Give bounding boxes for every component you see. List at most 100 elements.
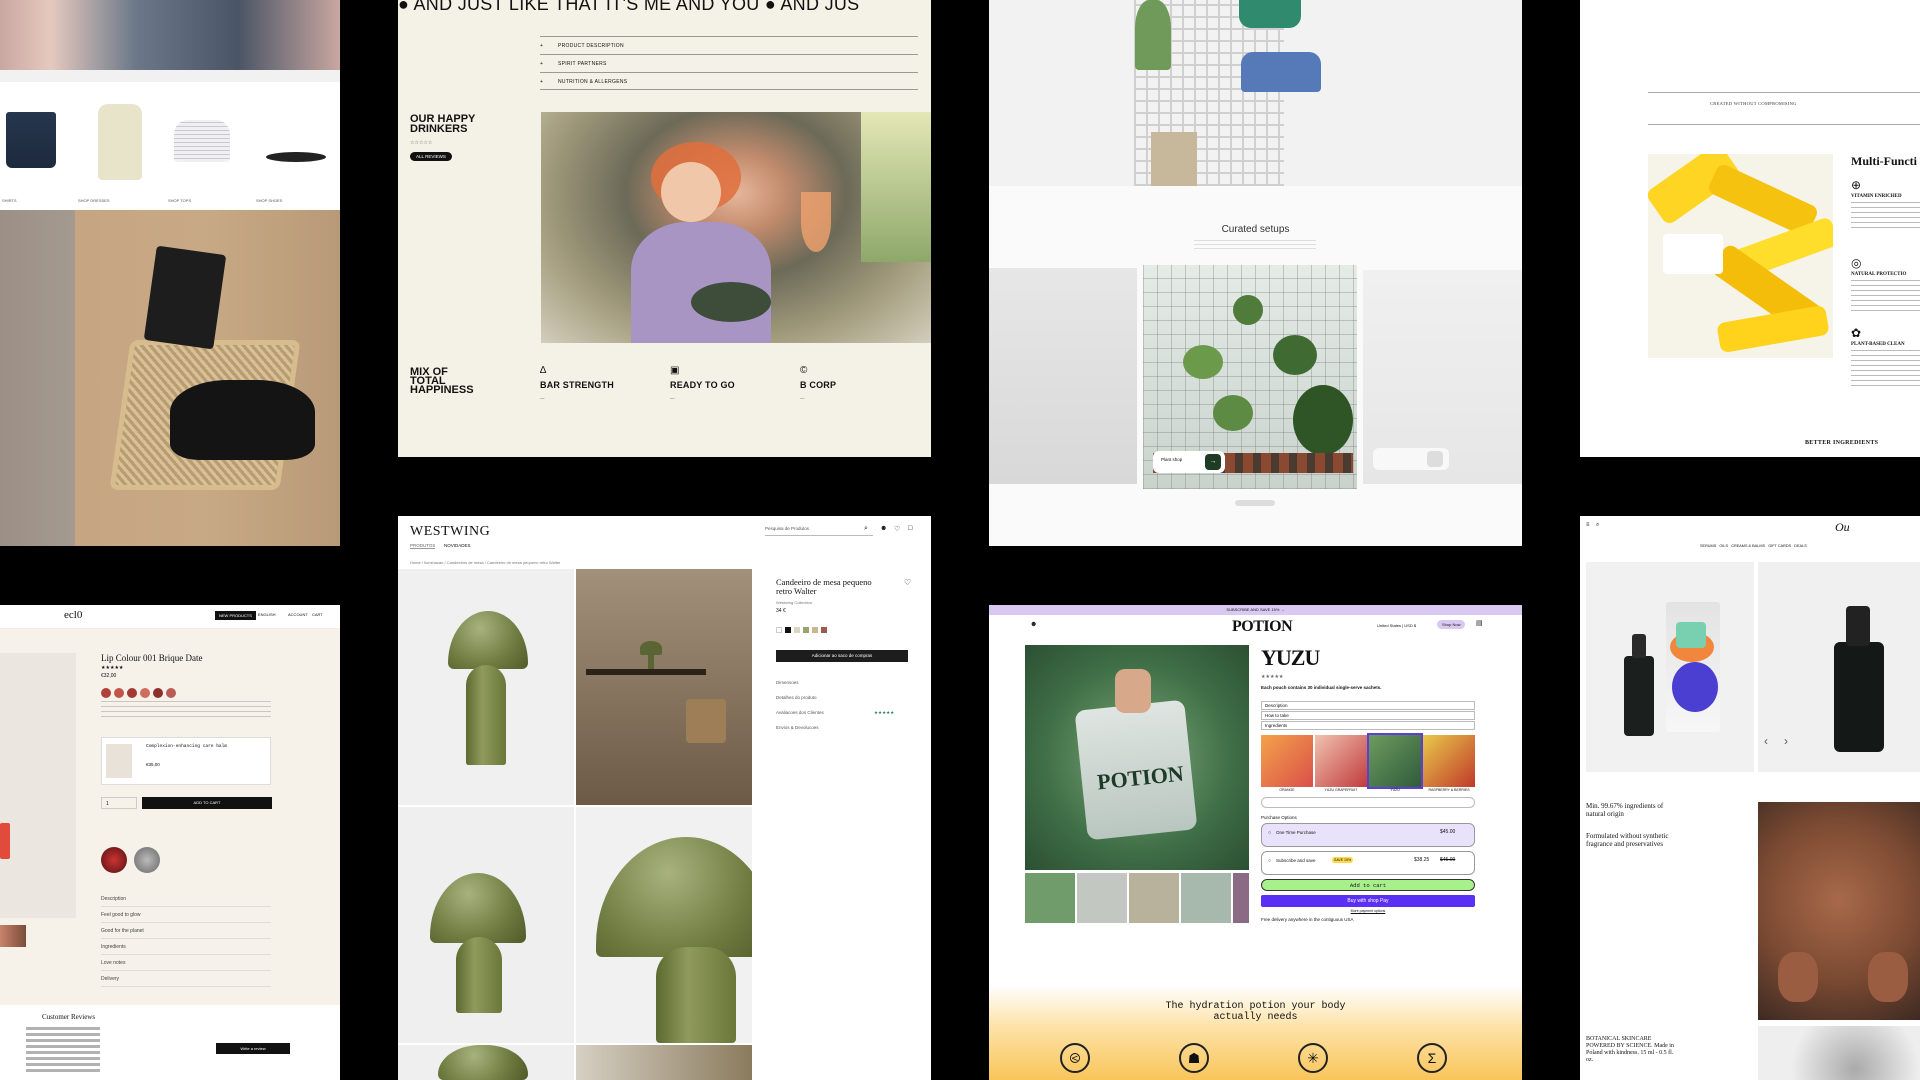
tab-novidades[interactable]: NOVIDADES xyxy=(444,543,471,548)
nav-creams[interactable]: CREAMS & BALMS xyxy=(1731,544,1765,548)
nav-new-products[interactable]: NEW PRODUCTS xyxy=(215,611,256,620)
accordion-ingredients[interactable]: Ingredients xyxy=(1261,721,1475,730)
brand-logo[interactable]: WESTWING xyxy=(410,524,490,540)
nav-serums[interactable]: SERUMS xyxy=(1700,544,1716,548)
shade-swatch[interactable] xyxy=(114,688,124,698)
section-dimensoes[interactable]: Dimensoes xyxy=(776,680,799,685)
nav-cart[interactable]: CART xyxy=(312,612,323,617)
menu-icon[interactable]: ≡ xyxy=(1586,522,1590,528)
accordion-product-description[interactable]: + PRODUCT DESCRIPTION xyxy=(540,36,918,54)
menu-shirts[interactable]: SHIRTS xyxy=(2,198,17,203)
shade-swatch[interactable] xyxy=(101,688,111,698)
upsell-card[interactable]: Complexion-enhancing care balm €35,00 xyxy=(101,737,271,785)
brand-logo[interactable]: ecl0 xyxy=(64,609,82,621)
setup-card-plants[interactable]: Plant shop → xyxy=(1143,265,1357,489)
nav-gift-cards[interactable]: GIFT CARDS xyxy=(1768,544,1791,548)
region-select[interactable]: United States | USD $ xyxy=(1377,623,1416,628)
thumb-4[interactable] xyxy=(1181,873,1231,923)
related-product-thumb[interactable] xyxy=(134,847,160,873)
menu-tops[interactable]: SHOP TOPS xyxy=(168,198,191,203)
thumb-1[interactable] xyxy=(1025,873,1075,923)
add-to-cart-button[interactable]: Add to cart xyxy=(1261,879,1475,891)
nav-oils[interactable]: OILS xyxy=(1719,544,1728,548)
denim-shorts-image[interactable] xyxy=(4,104,66,184)
section-avaliacoes[interactable]: Avaliacoes dos Clientes xyxy=(776,710,824,715)
shade-swatch[interactable] xyxy=(140,688,150,698)
all-reviews-button[interactable]: ALL REVIEWS xyxy=(410,152,452,161)
shade-swatch[interactable] xyxy=(127,688,137,698)
section-detalhes[interactable]: Detalhes do produto xyxy=(776,695,817,700)
flavor-yuzu-grapefruit[interactable] xyxy=(1315,735,1367,787)
chevron-right-icon[interactable]: › xyxy=(1784,734,1788,748)
promo-bar[interactable]: SUBSCRIBE AND SAVE 15% → xyxy=(989,605,1522,615)
brand-logo[interactable]: POTION xyxy=(1232,618,1293,636)
section-envios[interactable]: Envios & Devolucoes xyxy=(776,725,819,730)
wishlist-heart-icon[interactable]: ♡ xyxy=(904,578,911,587)
carousel-dots[interactable] xyxy=(1235,500,1275,506)
nav-deals[interactable]: DEALS xyxy=(1794,544,1806,548)
related-product-thumb[interactable] xyxy=(101,847,127,873)
shade-swatch[interactable] xyxy=(153,688,163,698)
shop-pay-button[interactable]: Buy with shop Pay xyxy=(1261,895,1475,907)
chevron-left-icon[interactable]: ‹ xyxy=(1764,734,1768,748)
plant-shop-chip[interactable]: Plant shop → xyxy=(1153,451,1225,473)
color-swatch[interactable] xyxy=(785,627,791,633)
shade-swatch[interactable] xyxy=(166,688,176,698)
color-swatch[interactable] xyxy=(803,627,809,633)
lamp-photo-4[interactable] xyxy=(576,807,752,1043)
accordion-description[interactable]: Description xyxy=(1261,701,1475,710)
lamp-photo-5[interactable] xyxy=(398,1045,574,1080)
color-swatch[interactable] xyxy=(812,627,818,633)
accordion-nutrition[interactable]: + NUTRITION & ALLERGENS xyxy=(540,72,918,90)
lamp-photo-1[interactable] xyxy=(398,569,574,805)
tab-produtos[interactable]: PRODUTOS xyxy=(410,543,436,549)
search-icon[interactable]: ⌕ xyxy=(1596,522,1599,529)
color-swatch[interactable] xyxy=(821,627,827,633)
quantity-select[interactable]: 1 xyxy=(101,797,137,809)
brand-logo[interactable]: Ou xyxy=(1835,520,1850,535)
cart-icon[interactable]: ▤ xyxy=(1476,619,1483,627)
quantity-stepper[interactable] xyxy=(1261,797,1475,808)
search-icon[interactable]: ⌕ xyxy=(864,525,868,533)
color-swatch[interactable] xyxy=(794,627,800,633)
lamp-photo-2[interactable] xyxy=(576,569,752,805)
accordion-description[interactable]: Description xyxy=(101,891,271,907)
thumb-5[interactable] xyxy=(1233,873,1249,923)
lamp-photo-3[interactable] xyxy=(398,807,574,1043)
setup-card-left[interactable] xyxy=(989,268,1137,484)
accordion-feel-good[interactable]: Feel good to glow xyxy=(101,907,271,923)
lamp-photo-6[interactable] xyxy=(576,1045,752,1080)
nav-account[interactable]: ACCOUNT xyxy=(288,612,308,617)
accordion-how-to-take[interactable]: How to take xyxy=(1261,711,1475,720)
thumb-3[interactable] xyxy=(1129,873,1179,923)
user-icon[interactable]: ☻ xyxy=(1030,621,1037,628)
heart-icon[interactable]: ♡ xyxy=(894,525,900,533)
write-review-button[interactable]: Write a review xyxy=(216,1043,290,1054)
accordion-planet[interactable]: Good for the planet xyxy=(101,923,271,939)
sandals-image[interactable] xyxy=(262,104,326,184)
accordion-delivery[interactable]: Delivery xyxy=(101,971,271,987)
serum-bottle-photo[interactable]: ‹ › xyxy=(1758,562,1920,772)
add-to-bag-button[interactable]: Adicionar ao saco de compras xyxy=(776,650,908,662)
striped-top-image[interactable] xyxy=(170,104,232,184)
nav-language[interactable]: ENGLISH xyxy=(258,612,276,617)
arrow-right-icon[interactable]: → xyxy=(1205,454,1221,470)
flavor-orange[interactable] xyxy=(1261,735,1313,787)
color-swatch[interactable] xyxy=(776,627,782,633)
add-to-cart-button[interactable]: ADD TO CART xyxy=(142,797,272,809)
menu-dresses[interactable]: SHOP DRESSES xyxy=(78,198,110,203)
one-time-purchase-option[interactable]: ○ One Time Purchase $45.00 xyxy=(1261,823,1475,847)
bag-icon[interactable]: □ xyxy=(908,525,912,532)
linen-dress-image[interactable] xyxy=(90,104,152,184)
flavor-yuzu[interactable] xyxy=(1367,733,1423,789)
breadcrumb[interactable]: Home / Iluminacao / Candeeiros de mesa /… xyxy=(410,560,560,565)
setup-card-right[interactable] xyxy=(1363,270,1522,484)
accordion-ingredients[interactable]: Ingredients xyxy=(101,939,271,955)
ugc-thumbnail[interactable] xyxy=(0,925,26,947)
thumb-2[interactable] xyxy=(1077,873,1127,923)
menu-shoes[interactable]: SHOP SHOES xyxy=(256,198,282,203)
user-icon[interactable]: ☻ xyxy=(880,525,887,532)
accordion-spirit-partners[interactable]: + SPIRIT PARTNERS xyxy=(540,54,918,72)
shop-now-button[interactable]: Shop Now xyxy=(1437,620,1466,629)
more-payment-options[interactable]: More payment options xyxy=(1261,909,1475,913)
